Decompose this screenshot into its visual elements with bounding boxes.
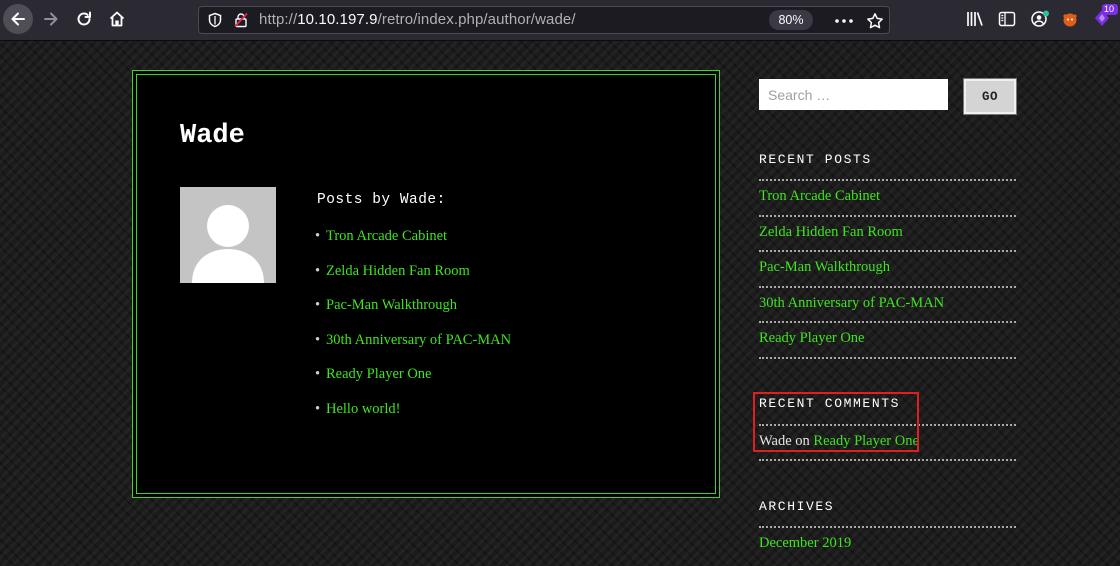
recent-post-link[interactable]: Pac-Man Walkthrough [759, 259, 890, 276]
recent-comment: Wade on Ready Player One [759, 433, 919, 450]
post-link[interactable]: Ready Player One [326, 366, 432, 382]
post-link[interactable]: Pac-Man Walkthrough [326, 297, 457, 313]
home-button[interactable] [102, 4, 132, 34]
divider [759, 321, 1016, 323]
post-link[interactable]: Hello world! [326, 401, 401, 417]
recent-posts-title: RECENT POSTS [759, 152, 872, 167]
divider [759, 526, 1016, 528]
zoom-indicator[interactable]: 80% [769, 10, 813, 30]
recent-comments-title: RECENT COMMENTS [759, 396, 901, 411]
divider [759, 179, 1016, 181]
archive-link[interactable]: December 2019 [759, 535, 851, 552]
list-item: • 30th Anniversary of PAC-MAN [315, 332, 511, 367]
archives-title: ARCHIVES [759, 499, 835, 514]
forward-button[interactable] [36, 4, 66, 34]
list-item: • Tron Arcade Cabinet [315, 228, 511, 263]
url-path: /retro/index.php/author/wade/ [377, 11, 576, 28]
comment-on-text: on [791, 433, 814, 449]
address-bar[interactable]: http://10.10.197.9/retro/index.php/autho… [198, 6, 890, 34]
library-icon[interactable] [966, 10, 984, 28]
list-item: • Pac-Man Walkthrough [315, 297, 511, 332]
avatar [180, 187, 276, 283]
url-scheme: http:// [259, 11, 298, 28]
arrow-right-icon [44, 12, 58, 26]
divider [759, 424, 1016, 426]
url-text[interactable]: http://10.10.197.9/retro/index.php/autho… [259, 11, 576, 28]
recent-post-link[interactable]: Zelda Hidden Fan Room [759, 224, 903, 241]
list-item: • Zelda Hidden Fan Room [315, 263, 511, 298]
page-content: Wade Posts by Wade: • Tron Arcade Cabinet… [0, 41, 1120, 566]
list-item: • Hello world! [315, 401, 511, 436]
posts-by-heading: Posts by Wade: [317, 192, 446, 208]
search-go-button[interactable]: GO [963, 78, 1017, 115]
home-icon [109, 11, 125, 27]
insecure-lock-icon[interactable] [233, 12, 249, 28]
comment-post-link[interactable]: Ready Player One [813, 433, 919, 449]
divider [759, 215, 1016, 217]
bullet: • [315, 297, 321, 314]
bullet: • [315, 331, 321, 348]
sidebar-icon[interactable] [998, 10, 1016, 28]
recent-post-link[interactable]: 30th Anniversary of PAC-MAN [759, 295, 944, 312]
bullet: • [315, 228, 321, 244]
bullet: • [315, 262, 321, 279]
post-link[interactable]: Tron Arcade Cabinet [326, 228, 447, 244]
post-link[interactable]: Zelda Hidden Fan Room [326, 263, 470, 279]
divider [759, 250, 1016, 252]
list-item: • Ready Player One [315, 366, 511, 401]
reload-button[interactable] [69, 4, 99, 34]
post-link[interactable]: 30th Anniversary of PAC-MAN [326, 332, 511, 348]
search-input[interactable] [759, 79, 948, 110]
divider [759, 459, 1016, 461]
back-button[interactable] [3, 4, 33, 34]
account-icon[interactable] [1030, 10, 1050, 28]
author-title: Wade [180, 121, 245, 151]
browser-toolbar: http://10.10.197.9/retro/index.php/autho… [0, 0, 1120, 41]
author-content-box: Wade Posts by Wade: • Tron Arcade Cabinet… [132, 70, 720, 498]
more-actions-icon[interactable] [835, 19, 853, 23]
arrow-left-icon [11, 12, 25, 26]
bookmark-star-icon[interactable] [866, 12, 884, 30]
default-avatar-icon [192, 205, 264, 283]
shield-icon[interactable] [207, 12, 223, 28]
divider [759, 286, 1016, 288]
url-host: 10.10.197.9 [297, 11, 378, 28]
divider [759, 357, 1016, 359]
bullet: • [315, 400, 321, 417]
extension-badge-count: 10 [1104, 4, 1115, 14]
author-posts-list: • Tron Arcade Cabinet • Zelda Hidden Fan R… [315, 228, 511, 436]
bullet: • [315, 366, 321, 383]
extension-fox-icon[interactable] [1061, 10, 1079, 28]
comment-author: Wade [759, 433, 792, 449]
recent-post-link[interactable]: Tron Arcade Cabinet [759, 188, 880, 205]
recent-post-link[interactable]: Ready Player One [759, 330, 865, 347]
reload-icon [77, 11, 91, 26]
